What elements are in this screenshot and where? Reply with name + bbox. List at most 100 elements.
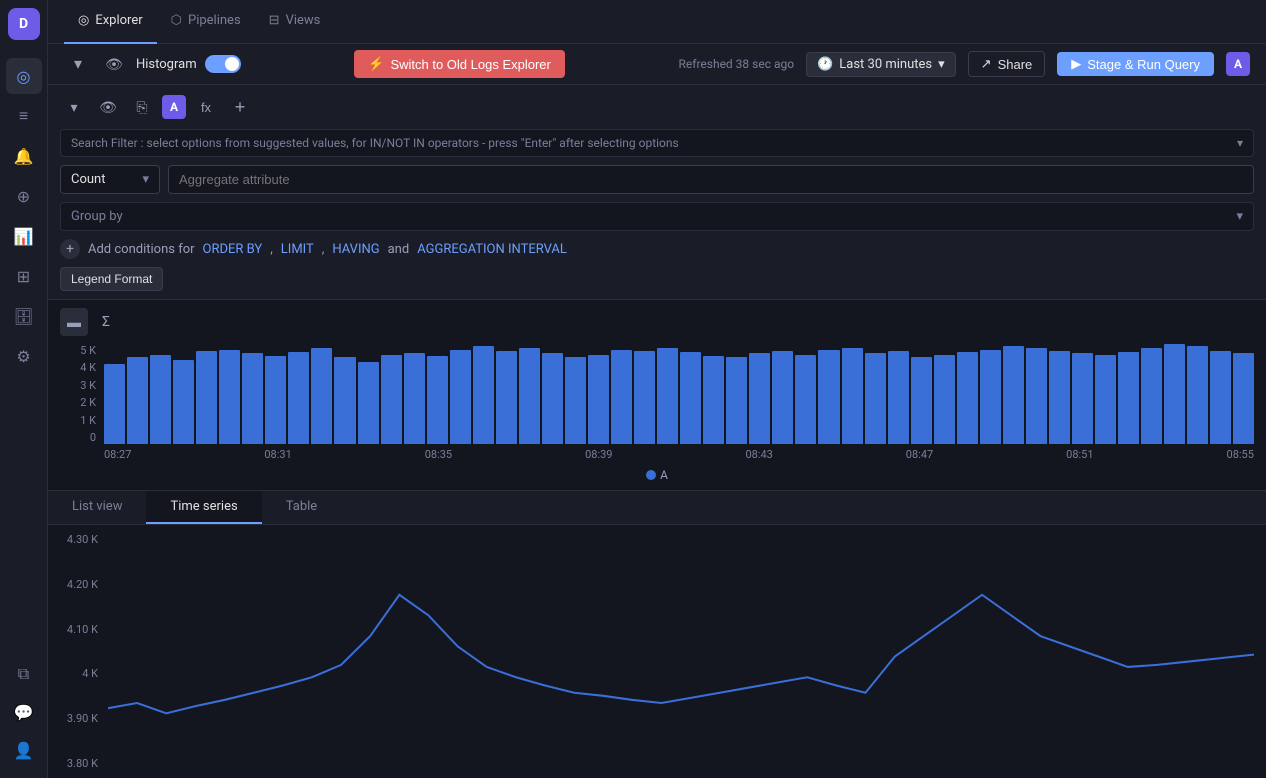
sidebar-icon-chat[interactable]: 💬 xyxy=(6,694,42,730)
tab-table[interactable]: Table xyxy=(262,491,341,524)
sidebar-icon-logs[interactable]: ≡ xyxy=(6,98,42,134)
histogram-bar xyxy=(311,348,332,444)
aggregate-attribute-input[interactable] xyxy=(168,165,1254,194)
timeseries-y-labels: 4.30 K 4.20 K 4.10 K 4 K 3.90 K 3.80 K xyxy=(48,533,104,770)
run-icon: ▶ xyxy=(1071,56,1081,72)
histogram-bars xyxy=(104,344,1254,444)
sidebar-icon-groups[interactable]: ⊕ xyxy=(6,178,42,214)
histogram-bar xyxy=(1233,353,1254,444)
histogram-bar xyxy=(450,350,471,444)
tab-views[interactable]: ⊟ Views xyxy=(255,0,335,44)
histogram-bar xyxy=(104,364,125,444)
query-avatar-a[interactable]: A xyxy=(162,95,186,119)
histogram-bar xyxy=(1026,348,1047,444)
add-condition-btn[interactable]: + xyxy=(60,239,80,259)
histogram-bar xyxy=(726,357,747,444)
copy-btn[interactable]: ⎘ xyxy=(128,93,156,121)
histogram-toggle[interactable] xyxy=(205,55,241,73)
share-icon: ↗ xyxy=(981,56,992,72)
chart-section: ▬ Σ 5 K 4 K 3 K 2 K 1 K 0 08:27 08:31 08… xyxy=(48,300,1266,491)
eye-btn[interactable]: 👁 xyxy=(100,50,128,78)
histogram-bar xyxy=(657,348,678,444)
aggregation-interval-link[interactable]: AGGREGATION INTERVAL xyxy=(417,242,567,257)
histogram-bar xyxy=(795,355,816,444)
count-chevron-icon: ▾ xyxy=(142,172,149,187)
histogram-bar xyxy=(565,357,586,444)
histogram-bar xyxy=(1049,351,1070,444)
switch-center: ⚡ Switch to Old Logs Explorer xyxy=(354,50,565,78)
histogram-bar xyxy=(334,357,355,444)
histogram-bar xyxy=(980,350,1001,444)
clock-icon: 🕐 xyxy=(817,57,833,72)
share-button[interactable]: ↗ Share xyxy=(968,51,1046,77)
histogram-bar xyxy=(749,353,770,444)
histogram-x-labels: 08:27 08:31 08:35 08:39 08:43 08:47 08:5… xyxy=(104,444,1254,464)
explorer-tab-icon: ◎ xyxy=(78,13,89,28)
group-by-row[interactable]: Group by ▾ xyxy=(60,202,1254,231)
histogram-bar xyxy=(1210,351,1231,444)
collapse-btn[interactable]: ▾ xyxy=(64,50,92,78)
tab-time-series[interactable]: Time series xyxy=(146,491,261,524)
sidebar-icon-layers[interactable]: ⧉ xyxy=(6,656,42,692)
expand-btn[interactable]: ▾ xyxy=(60,93,88,121)
histogram-bar xyxy=(1164,344,1185,444)
legend-dot-a xyxy=(646,470,656,480)
histogram-bar xyxy=(934,355,955,444)
histogram-bar xyxy=(957,352,978,444)
histogram-bar xyxy=(519,348,540,444)
app-logo[interactable]: D xyxy=(8,8,40,40)
formula-btn[interactable]: fx xyxy=(192,93,220,121)
run-label: Stage & Run Query xyxy=(1087,57,1200,72)
tab-explorer[interactable]: ◎ Explorer xyxy=(64,0,157,44)
limit-link[interactable]: LIMIT xyxy=(281,242,314,257)
chart-legend: A xyxy=(60,468,1254,482)
share-label: Share xyxy=(998,57,1033,72)
histogram-bar xyxy=(634,351,655,444)
sigma-btn[interactable]: Σ xyxy=(92,308,120,336)
count-label: Count xyxy=(71,172,105,187)
views-tab-icon: ⊟ xyxy=(269,13,280,28)
bar-chart-btn[interactable]: ▬ xyxy=(60,308,88,336)
histogram-bar xyxy=(818,350,839,444)
switch-to-old-btn[interactable]: ⚡ Switch to Old Logs Explorer xyxy=(354,50,565,78)
sidebar-icon-chart[interactable]: 📊 xyxy=(6,218,42,254)
group-by-label: Group by xyxy=(71,209,123,224)
search-filter-bar[interactable]: Search Filter : select options from sugg… xyxy=(60,129,1254,157)
sidebar-icon-grid[interactable]: ⊞ xyxy=(6,258,42,294)
sidebar-icon-user[interactable]: 👤 xyxy=(6,732,42,768)
tab-pipelines[interactable]: ⬡ Pipelines xyxy=(157,0,255,44)
switch-banner: ▾ 👁 Histogram ⚡ Switch to Old Logs Explo… xyxy=(48,44,1266,85)
histogram-bar xyxy=(1003,346,1024,444)
sidebar-icon-alerts[interactable]: 🔔 xyxy=(6,138,42,174)
chevron-down-icon: ▾ xyxy=(938,57,945,72)
having-link[interactable]: HAVING xyxy=(332,242,379,257)
visibility-btn[interactable]: 👁 xyxy=(94,93,122,121)
histogram-toggle-area: ▾ 👁 Histogram xyxy=(64,50,241,78)
histogram-bar xyxy=(381,355,402,444)
add-query-btn[interactable]: + xyxy=(226,93,254,121)
time-range-selector[interactable]: 🕐 Last 30 minutes ▾ xyxy=(806,52,956,77)
user-avatar[interactable]: A xyxy=(1226,52,1250,76)
run-query-button[interactable]: ▶ Stage & Run Query xyxy=(1057,52,1214,76)
tab-list-view[interactable]: List view xyxy=(48,491,146,524)
sidebar-icon-settings[interactable]: ⚙ xyxy=(6,338,42,374)
count-selector[interactable]: Count ▾ xyxy=(60,165,160,194)
histogram-bar xyxy=(865,353,886,444)
group-by-expand-icon: ▾ xyxy=(1236,209,1243,224)
histogram-bar xyxy=(288,352,309,444)
order-by-link[interactable]: ORDER BY xyxy=(203,242,263,257)
legend-format-btn[interactable]: Legend Format xyxy=(60,267,163,291)
pipelines-tab-icon: ⬡ xyxy=(171,13,182,28)
histogram-bar xyxy=(150,355,171,444)
histogram-bar xyxy=(1141,348,1162,444)
sidebar-icon-database[interactable]: 🗄 xyxy=(6,298,42,334)
sidebar: D ◎ ≡ 🔔 ⊕ 📊 ⊞ 🗄 ⚙ ⧉ 💬 👤 xyxy=(0,0,48,778)
histogram-label: Histogram xyxy=(136,57,197,72)
query-toolbar: ▾ 👁 ⎘ A fx + xyxy=(60,93,1254,121)
histogram-bar xyxy=(1118,352,1139,444)
histogram-bar xyxy=(427,356,448,444)
search-expand-icon: ▾ xyxy=(1237,136,1243,150)
histogram-chart: 5 K 4 K 3 K 2 K 1 K 0 08:27 08:31 08:35 … xyxy=(60,344,1254,464)
histogram-bar xyxy=(265,356,286,444)
sidebar-icon-explorer[interactable]: ◎ xyxy=(6,58,42,94)
